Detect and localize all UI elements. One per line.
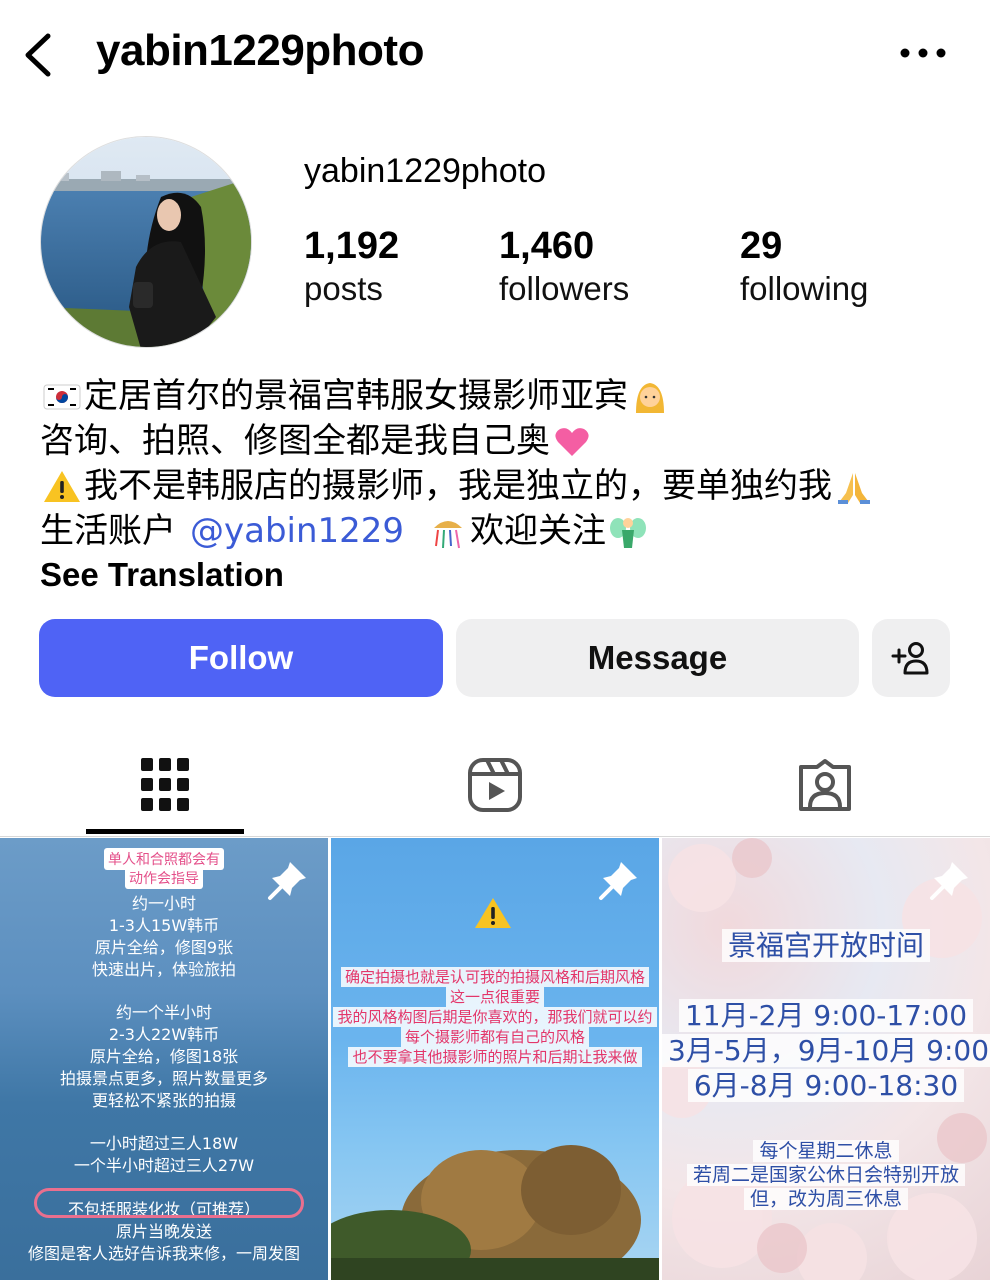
tab-divider <box>0 836 990 837</box>
post-line: 3月-5月，9月-10月 9:00-18:00 <box>662 1029 990 1069</box>
bio-text-2: 咨询、拍照、修图全都是我自己奥 <box>40 421 550 461</box>
post-line: 也不要拿其他摄影师的照片和后期让我来做 <box>331 1046 659 1067</box>
warning-icon <box>44 470 80 502</box>
page-title: yabin1229photo <box>96 26 424 75</box>
follow-button[interactable]: Follow <box>39 619 443 697</box>
message-button[interactable]: Message <box>456 619 859 697</box>
bio-text-1: 定居首尔的景福宫韩服女摄影师亚宾 <box>84 376 628 416</box>
posts-stat[interactable]: 1,192 posts <box>304 224 399 310</box>
post-line: 每个星期二休息 <box>662 1136 990 1163</box>
post-line: 6月-8月 9:00-18:30 <box>662 1064 990 1104</box>
post-line: 1-3人15W韩币 <box>108 916 220 935</box>
active-tab-indicator <box>86 829 244 834</box>
tab-reels[interactable] <box>445 740 545 830</box>
post-line: 更轻松不紧张的拍摄 <box>91 1091 236 1110</box>
bio-mention-link[interactable]: @yabin1229 <box>190 509 404 554</box>
following-stat[interactable]: 29 following <box>740 224 868 310</box>
post-tile[interactable]: 景福宫开放时间 11月-2月 9:00-17:00 3月-5月，9月-10月 9… <box>662 838 990 1280</box>
post-line: 每个摄影师都有自己的风格 <box>331 1026 659 1047</box>
posts-label: posts <box>304 270 383 307</box>
pin-icon <box>930 862 968 900</box>
followers-stat[interactable]: 1,460 followers <box>499 224 629 310</box>
warning-icon <box>475 898 511 928</box>
post-line: 一小时超过三人18W <box>89 1134 239 1153</box>
post-line: 确定拍摄也就是认可我的拍摄风格和后期风格 <box>331 966 659 987</box>
bio-text-4-prefix: 生活账户 <box>40 511 176 551</box>
post-line: 拍摄景点更多，照片数量更多 <box>59 1069 268 1088</box>
post-line: 原片当晚发送 <box>115 1222 212 1241</box>
confetti-ball-icon <box>434 520 463 548</box>
heart-icon <box>555 427 589 456</box>
followers-label: followers <box>499 270 630 307</box>
post-line: 这一点很重要 <box>331 986 659 1007</box>
pin-icon <box>599 862 637 900</box>
tab-tagged[interactable] <box>775 740 875 830</box>
add-user-button[interactable] <box>872 619 950 697</box>
post-line: 我的风格构图后期是你喜欢的，那我们就可以约 <box>331 1006 659 1027</box>
bio-text-3: 我不是韩服店的摄影师，我是独立的，要单独约我 <box>84 466 832 506</box>
bio-line-4: 生活账户 @yabin1229 欢迎关注 <box>40 509 960 554</box>
post-line: 11月-2月 9:00-17:00 <box>662 994 990 1034</box>
following-count: 29 <box>740 225 783 267</box>
tab-grid[interactable] <box>115 740 215 830</box>
tagged-icon <box>799 759 851 811</box>
see-translation-link[interactable]: See Translation <box>40 556 284 594</box>
more-horizontal-icon <box>900 48 946 58</box>
tree-photo <box>331 1145 659 1280</box>
reels-icon <box>468 758 522 812</box>
followers-count: 1,460 <box>499 225 595 267</box>
post-line: 但，改为周三休息 <box>662 1184 990 1211</box>
avatar-photo <box>41 137 251 347</box>
back-button[interactable] <box>18 28 62 82</box>
post-line: 约一小时 <box>131 894 196 913</box>
top-bar: yabin1229photo <box>0 0 990 110</box>
bio-line-1: 定居首尔的景福宫韩服女摄影师亚宾 <box>40 374 960 419</box>
bio-line-2: 咨询、拍照、修图全都是我自己奥 <box>40 419 960 464</box>
add-user-icon <box>891 642 929 675</box>
grid-icon <box>141 758 189 811</box>
fairy-icon <box>610 517 647 548</box>
following-label: following <box>740 270 869 307</box>
post-line: 若周二是国家公休日会特别开放 <box>662 1160 990 1187</box>
bio-line-3: 我不是韩服店的摄影师，我是独立的，要单独约我 <box>40 464 960 509</box>
korea-flag-icon <box>43 384 81 409</box>
highlight-circle <box>34 1188 304 1218</box>
praying-hands-icon <box>838 472 870 504</box>
post-line: 原片全给，修图9张 <box>94 938 234 957</box>
bio-text-4-suffix: 欢迎关注 <box>470 511 607 551</box>
profile-avatar[interactable] <box>40 136 252 348</box>
posts-count: 1,192 <box>304 225 400 267</box>
post-line: 修图是客人选好告诉我来修，一周发图 <box>27 1244 300 1263</box>
post-tag-line: 动作会指导 <box>0 867 328 889</box>
more-options-button[interactable] <box>896 38 950 68</box>
post-line: 原片全给，修图18张 <box>89 1047 239 1066</box>
profile-username: yabin1229photo <box>304 152 547 190</box>
profile-bio: 定居首尔的景福宫韩服女摄影师亚宾 咨询、拍照、修图全都是我自己奥 我不是韩服店的… <box>40 374 960 554</box>
woman-emoji-icon <box>636 382 664 413</box>
post-tile[interactable]: 确定拍摄也就是认可我的拍摄风格和后期风格 这一点很重要 我的风格构图后期是你喜欢… <box>331 838 659 1280</box>
post-line: 2-3人22W韩币 <box>108 1025 220 1044</box>
post-line: 一个半小时超过三人27W <box>73 1156 255 1175</box>
chevron-left-icon <box>25 33 51 77</box>
post-title: 景福宫开放时间 <box>662 924 990 964</box>
post-line: 快速出片，体验旅拍 <box>91 960 236 979</box>
post-line: 约一个半小时 <box>115 1003 212 1022</box>
